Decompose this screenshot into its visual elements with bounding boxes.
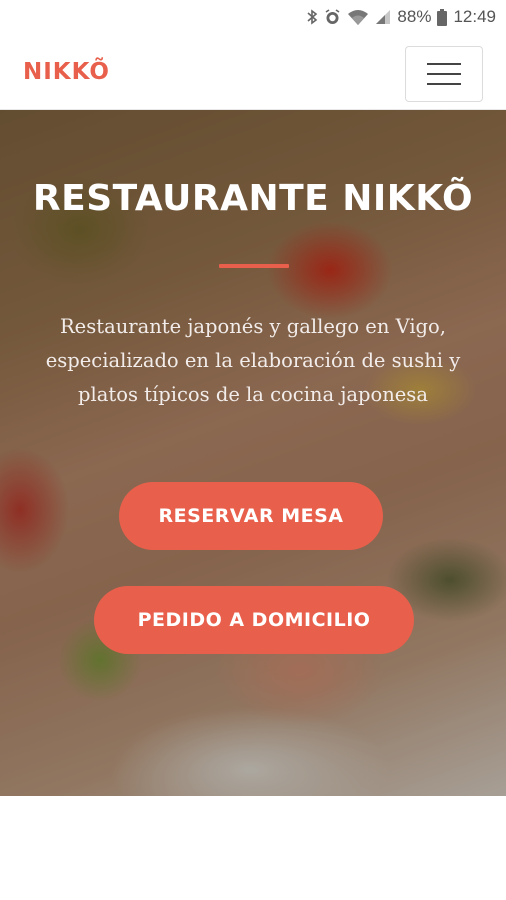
signal-icon [375,9,391,25]
hamburger-menu-icon [427,83,461,85]
brand-logo[interactable]: NIKKÕ [23,59,110,85]
hamburger-menu-icon [427,73,461,75]
hero-divider [219,264,289,268]
bluetooth-icon [306,8,318,26]
hero-section: RESTAURANTE NIKKÕ Restaurante japonés y … [0,110,506,796]
wifi-icon [347,9,369,25]
hamburger-menu-icon [427,63,461,65]
hero-title: RESTAURANTE NIKKÕ [32,178,474,219]
hero-subtitle: Restaurante japonés y gallego en Vigo, e… [45,315,461,406]
menu-toggle-button[interactable] [405,46,483,102]
alarm-icon [324,8,341,26]
navbar: NIKKÕ [0,34,506,110]
battery-percent: 88% [397,7,432,26]
home-delivery-button[interactable]: PEDIDO A DOMICILIO [94,586,414,654]
clock: 12:49 [453,7,496,26]
reserve-table-button[interactable]: RESERVAR MESA [119,482,383,550]
battery-icon [437,8,448,26]
status-bar: 88% 12:49 [0,0,506,34]
